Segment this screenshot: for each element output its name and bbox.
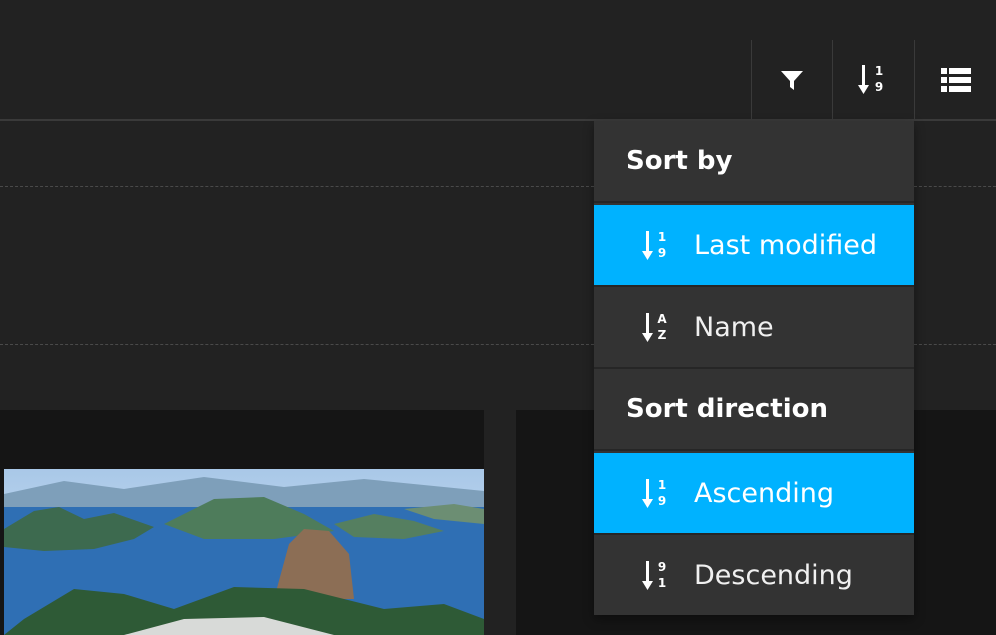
svg-text:9: 9 [658, 494, 666, 508]
content-divider [0, 344, 594, 345]
top-toolbar: 1 9 [0, 0, 996, 121]
filter-button[interactable] [751, 40, 832, 120]
sort-alpha-asc-icon: A Z [642, 312, 667, 342]
svg-text:1: 1 [658, 576, 666, 590]
svg-text:1: 1 [658, 230, 666, 244]
menu-divider [594, 201, 914, 203]
svg-text:9: 9 [875, 80, 883, 94]
menu-divider [594, 449, 914, 451]
sort-button[interactable]: 1 9 [832, 40, 913, 120]
direction-option-label: Descending [694, 559, 853, 591]
sort-option-label: Last modified [694, 229, 878, 261]
sort-numeric-asc-icon: 1 9 [642, 230, 666, 260]
sort-numeric-desc-icon: 9 1 [642, 560, 666, 590]
svg-text:1: 1 [658, 478, 666, 492]
filter-icon [781, 71, 803, 90]
sort-option-name[interactable]: A Z Name [594, 287, 914, 367]
sort-dropdown-menu: Sort by 1 9 Last modified A Z Name Sort … [594, 121, 914, 615]
sort-by-header: Sort by [626, 146, 733, 176]
svg-text:A: A [657, 312, 667, 326]
card-thumbnail[interactable] [4, 469, 484, 635]
content-divider [914, 344, 996, 345]
content-divider [914, 186, 996, 187]
sort-numeric-asc-icon: 1 9 [642, 478, 666, 508]
sort-option-last-modified[interactable]: 1 9 Last modified [594, 205, 914, 285]
list-view-icon [940, 68, 971, 92]
sort-option-label: Name [694, 311, 774, 343]
direction-option-descending[interactable]: 9 1 Descending [594, 535, 914, 615]
landscape-photo [4, 469, 484, 635]
direction-option-ascending[interactable]: 1 9 Ascending [594, 453, 914, 533]
svg-text:Z: Z [658, 328, 667, 342]
sort-numeric-asc-icon: 1 9 [858, 64, 883, 94]
view-toggle-button[interactable] [914, 40, 996, 120]
svg-text:9: 9 [658, 246, 666, 260]
sort-direction-header: Sort direction [626, 394, 828, 424]
svg-text:1: 1 [875, 64, 883, 78]
content-divider [0, 186, 594, 187]
direction-option-label: Ascending [694, 477, 834, 509]
svg-text:9: 9 [658, 560, 666, 574]
